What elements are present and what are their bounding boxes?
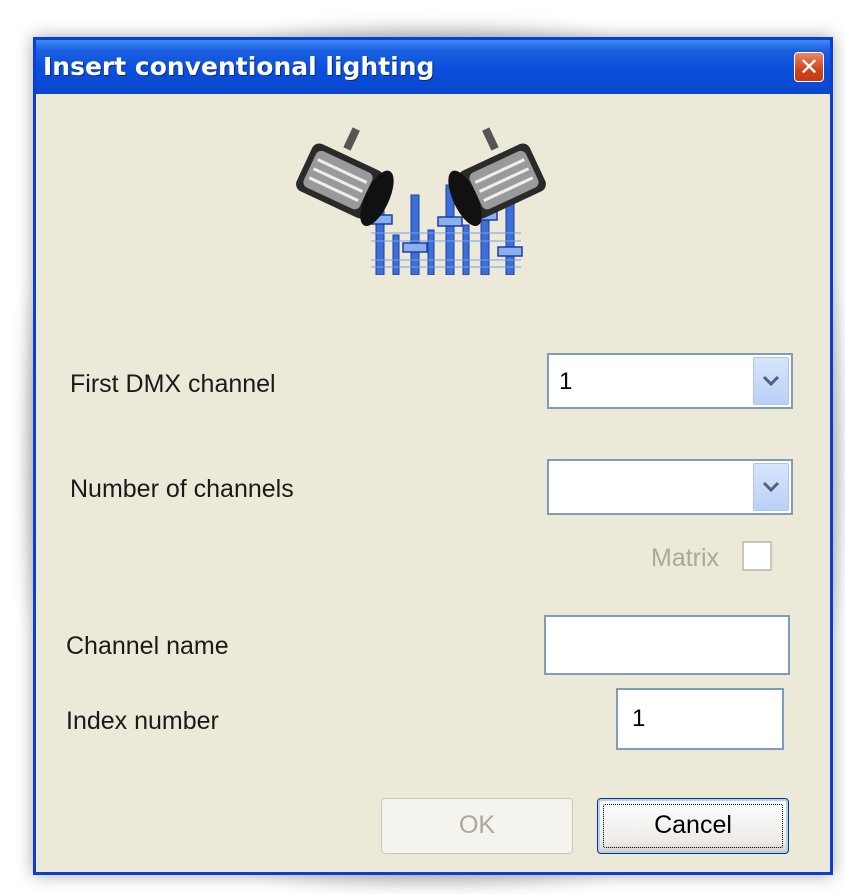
number-of-channels-label: Number of channels <box>70 475 294 503</box>
index-number-label: Index number <box>66 707 219 735</box>
title-bar[interactable]: Insert conventional lighting ✕ <box>36 40 830 94</box>
chevron-down-icon[interactable] <box>753 357 789 405</box>
chevron-down-icon[interactable] <box>753 463 789 511</box>
number-of-channels-dropdown[interactable] <box>547 459 793 515</box>
focus-rect <box>603 804 783 848</box>
stage-lights-mixer-icon <box>296 127 546 275</box>
dialog-title: Insert conventional lighting <box>43 52 435 81</box>
matrix-checkbox[interactable] <box>742 541 772 571</box>
close-icon: ✕ <box>798 53 820 81</box>
ok-button[interactable]: OK <box>381 798 573 854</box>
cancel-button[interactable]: Cancel <box>597 798 789 854</box>
first-dmx-channel-label: First DMX channel <box>70 370 276 398</box>
first-dmx-channel-dropdown[interactable]: 1 <box>547 353 793 409</box>
channel-name-input[interactable] <box>544 615 790 675</box>
first-dmx-channel-value: 1 <box>559 368 573 395</box>
dialog-window: Insert conventional lighting ✕ First DMX… <box>33 37 833 875</box>
channel-name-label: Channel name <box>66 632 229 660</box>
index-number-value: 1 <box>632 705 646 732</box>
index-number-input[interactable]: 1 <box>616 688 784 750</box>
matrix-label: Matrix <box>651 544 720 572</box>
close-button[interactable]: ✕ <box>794 52 824 82</box>
